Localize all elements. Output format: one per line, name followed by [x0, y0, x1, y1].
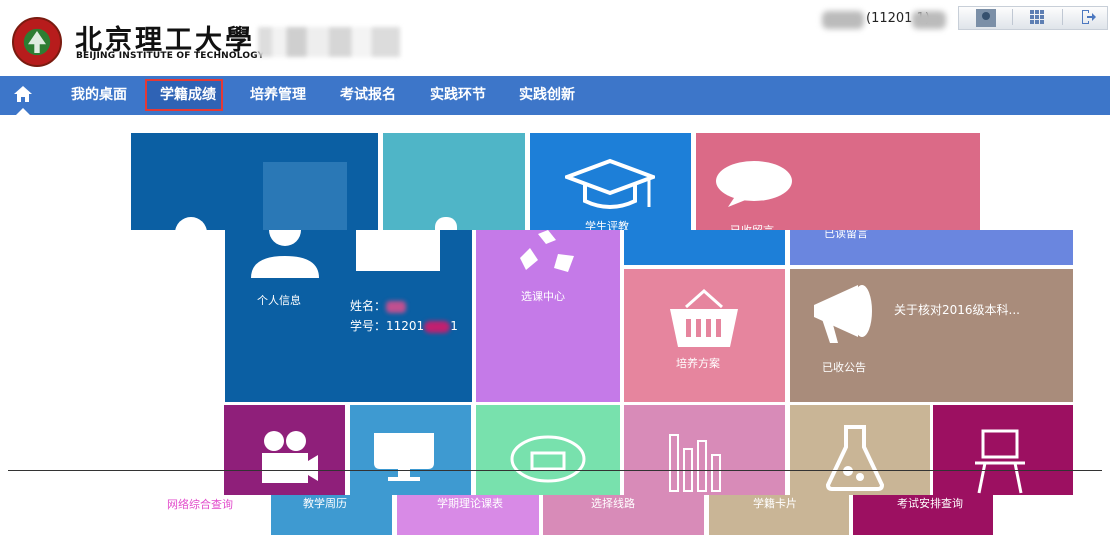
nav-item-status-grades[interactable]: 学籍成绩 — [160, 76, 216, 115]
university-name-en: BEIJING INSTITUTE OF TECHNOLOGY — [76, 51, 265, 61]
tile-personal-info[interactable]: 个人信息 姓名： 学号：11201 1 — [225, 230, 472, 402]
tile-exam-query[interactable]: 考试安排查询 — [853, 495, 993, 535]
tile-band-teal[interactable] — [383, 133, 525, 230]
tile-received-msg[interactable]: 已收留言 — [696, 133, 980, 230]
easel-icon — [975, 429, 1025, 494]
tile-route-select-label: 选择线路 — [591, 497, 635, 510]
footer-divider — [8, 470, 1102, 471]
nav-item-practice[interactable]: 实践环节 — [430, 76, 486, 115]
apps-grid-icon[interactable] — [1030, 10, 1044, 24]
tile-teaching-calendar-label: 教学周历 — [303, 497, 347, 510]
graduation-cap-icon — [565, 158, 655, 209]
tile-received-msg-label: 已收留言 — [730, 222, 774, 230]
nav-item-my-desktop[interactable]: 我的桌面 — [71, 76, 127, 115]
notice-title[interactable]: 关于核对2016级本科... — [894, 301, 1020, 318]
nav-item-exam-signup[interactable]: 考试报名 — [340, 76, 396, 115]
monitor-icon — [374, 433, 434, 481]
home-icon[interactable] — [8, 84, 38, 108]
tile-semester-schedule[interactable]: 学期理论课表 — [397, 495, 539, 535]
video-camera-icon — [262, 431, 318, 483]
user-icon — [251, 230, 319, 278]
tile-camera[interactable] — [224, 405, 345, 495]
nav-item-training[interactable]: 培养管理 — [250, 76, 306, 115]
tile-lab[interactable] — [790, 405, 930, 495]
redacted-userid — [912, 11, 946, 29]
university-seal-logo — [12, 17, 62, 67]
student-id: 学号：11201 1 — [350, 319, 458, 333]
tile-exam-top[interactable] — [933, 405, 1073, 495]
tile-band-personal[interactable] — [131, 133, 378, 230]
speech-bubble-icon — [716, 161, 792, 207]
tile-training-plan[interactable]: 培养方案 — [624, 269, 785, 402]
redacted-username — [822, 11, 864, 29]
student-photo — [356, 230, 440, 271]
tile-status-card-label: 学籍卡片 — [753, 497, 797, 510]
tile-student-eval-label: 学生评教 — [585, 220, 629, 230]
toolbar-divider — [1012, 9, 1013, 25]
garbled-text: 网络综合查询 — [167, 498, 233, 511]
tile-received-notice[interactable]: 关于核对2016级本科... 已收公告 — [790, 269, 1073, 402]
tile-semester-schedule-label: 学期理论课表 — [437, 497, 503, 510]
home-active-pointer — [16, 108, 30, 115]
flask-icon — [826, 425, 884, 491]
tile-personal-info-label: 个人信息 — [257, 294, 301, 307]
photo-placeholder — [263, 162, 347, 230]
tile-training-plan-label: 培养方案 — [676, 357, 720, 370]
megaphone-icon — [814, 285, 872, 343]
avatar-button[interactable] — [976, 9, 996, 27]
nav-item-innovation[interactable]: 实践创新 — [519, 76, 575, 115]
tile-status-card[interactable]: 学籍卡片 — [709, 495, 849, 535]
bus-route-icon — [510, 435, 586, 483]
recycle-icon — [520, 230, 574, 272]
tile-student-eval[interactable]: 学生评教 — [530, 133, 691, 230]
tile-course-center-label: 选课中心 — [521, 290, 565, 303]
redacted-system-title — [258, 27, 400, 57]
tile-route-select[interactable]: 选择线路 — [543, 495, 704, 535]
shopping-basket-icon — [670, 289, 738, 347]
student-name: 姓名： — [350, 297, 407, 314]
tile-schedule-top[interactable] — [476, 405, 620, 495]
tile-teaching-calendar[interactable]: 教学周历 — [271, 495, 392, 535]
tile-exam-query-label: 考试安排查询 — [897, 497, 963, 510]
tile-read-msg-label: 已读留言 — [824, 230, 868, 240]
tile-eval-continuation[interactable] — [624, 230, 785, 265]
tile-route-top[interactable] — [624, 405, 785, 495]
tile-read-msg[interactable]: 已读留言 — [790, 230, 1073, 265]
recycle-icon — [435, 217, 457, 230]
logout-icon[interactable] — [1080, 9, 1096, 25]
toolbar-divider — [1062, 9, 1063, 25]
tile-received-notice-label: 已收公告 — [822, 361, 866, 374]
tile-course-center[interactable]: 选课中心 — [476, 230, 620, 402]
person-icon — [175, 217, 207, 230]
bar-chart-icon — [669, 434, 721, 492]
tile-teaching-calendar-top[interactable] — [350, 405, 471, 495]
